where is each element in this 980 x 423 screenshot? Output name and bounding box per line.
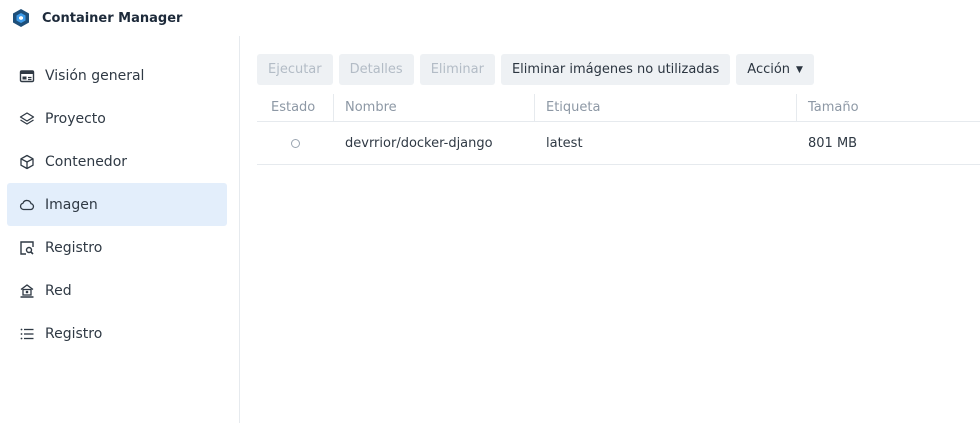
run-button[interactable]: Ejecutar	[257, 54, 333, 85]
sidebar-item-overview[interactable]: Visión general	[7, 54, 227, 97]
sidebar-item-project[interactable]: Proyecto	[7, 97, 227, 140]
image-size-cell: 801 MB	[808, 135, 858, 151]
delete-button[interactable]: Eliminar	[419, 54, 495, 85]
sidebar-item-network[interactable]: Red	[7, 269, 227, 312]
sidebar-item-label: Visión general	[45, 67, 145, 84]
sidebar-item-image[interactable]: Imagen	[7, 183, 227, 226]
cloud-icon	[19, 197, 35, 213]
sidebar-item-label: Registro	[45, 325, 103, 342]
status-stopped-icon	[291, 138, 300, 148]
action-dropdown-button[interactable]: Acción ▼	[736, 54, 814, 85]
app-title: Container Manager	[42, 10, 183, 26]
toolbar: Ejecutar Detalles Eliminar Eliminar imág…	[257, 54, 814, 85]
details-button[interactable]: Detalles	[338, 54, 414, 85]
sidebar-item-label: Proyecto	[45, 110, 106, 127]
sidebar-item-label: Imagen	[45, 196, 98, 213]
network-icon	[19, 283, 35, 299]
container-box-icon	[19, 154, 35, 170]
image-tag-cell: latest	[546, 135, 583, 151]
image-name-cell: devrrior/docker-django	[345, 135, 493, 151]
log-list-icon	[19, 326, 35, 342]
column-header-name[interactable]: Nombre	[334, 94, 535, 121]
images-table: Estado Nombre Etiqueta Tamaño devrrior/d…	[257, 94, 980, 165]
sidebar-item-registry[interactable]: Registro	[7, 226, 227, 269]
sidebar-item-log[interactable]: Registro	[7, 312, 227, 355]
caret-down-icon: ▼	[796, 64, 803, 75]
column-header-status[interactable]: Estado	[257, 94, 334, 121]
title-bar: Container Manager	[0, 0, 980, 36]
prune-unused-images-button[interactable]: Eliminar imágenes no utilizadas	[500, 54, 731, 85]
project-layers-icon	[19, 111, 35, 127]
overview-icon	[19, 68, 35, 84]
column-header-size[interactable]: Tamaño	[797, 94, 980, 121]
sidebar-item-label: Registro	[45, 239, 103, 256]
sidebar-item-container[interactable]: Contenedor	[7, 140, 227, 183]
sidebar: Visión general Proyecto Contenedor Image…	[0, 36, 240, 423]
sidebar-nav: Visión general Proyecto Contenedor Image…	[7, 54, 227, 355]
status-cell	[257, 122, 334, 164]
column-header-tag[interactable]: Etiqueta	[535, 94, 797, 121]
registry-search-icon	[19, 240, 35, 256]
table-row[interactable]: devrrior/docker-django latest 801 MB	[257, 122, 980, 165]
action-label: Acción	[747, 62, 791, 77]
sidebar-item-label: Red	[45, 282, 72, 299]
table-header: Estado Nombre Etiqueta Tamaño	[257, 94, 980, 122]
container-manager-logo-icon	[11, 8, 31, 28]
sidebar-item-label: Contenedor	[45, 153, 128, 170]
